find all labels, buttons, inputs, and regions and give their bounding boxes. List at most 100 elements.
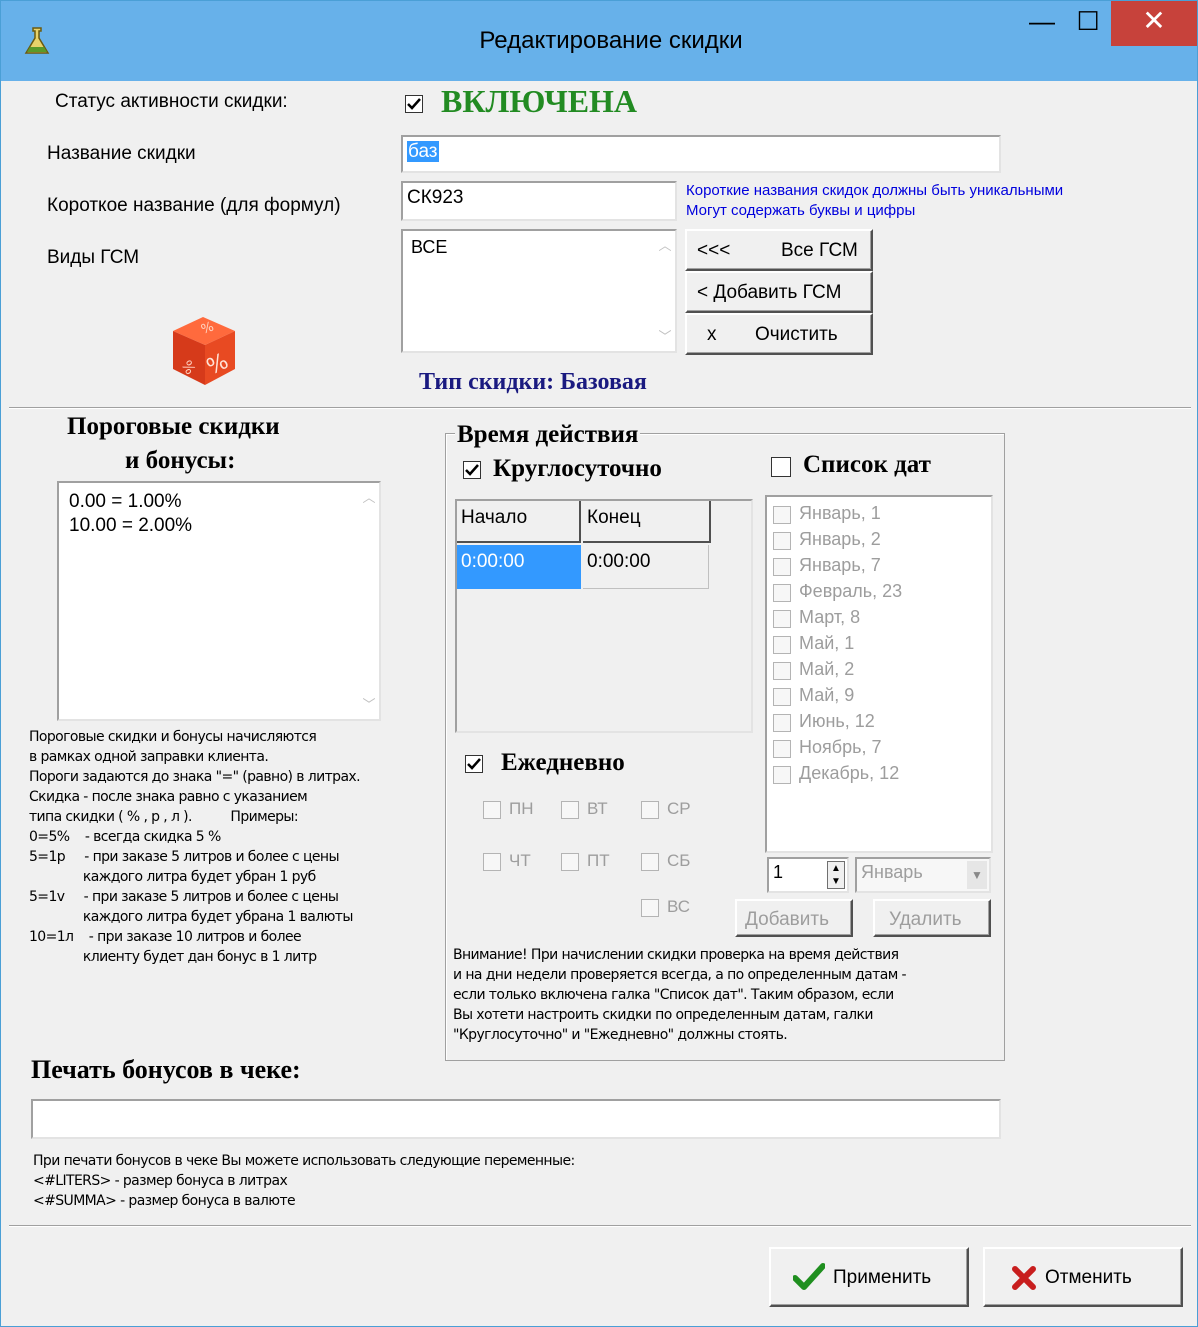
- clear-fuel-label: Очистить: [755, 324, 838, 345]
- date-item-checkbox[interactable]: [773, 636, 791, 654]
- weekday-checkbox-wed[interactable]: [641, 801, 659, 819]
- threshold-help-line: каждого литра будет убрана 1 валюты: [29, 909, 354, 925]
- all-fuel-label: Все ГСМ: [781, 240, 858, 261]
- status-checkbox[interactable]: [405, 95, 423, 113]
- date-item-checkbox[interactable]: [773, 532, 791, 550]
- month-select-value: Январь: [861, 862, 923, 882]
- print-bonus-input[interactable]: [31, 1099, 1001, 1139]
- short-name-label: Короткое название (для формул): [47, 195, 341, 216]
- fuel-label: Виды ГСМ: [47, 247, 140, 268]
- chevron-down-icon[interactable]: ▼: [967, 861, 987, 889]
- checkbox-check-icon: [463, 461, 481, 479]
- checkbox-check-icon: [465, 755, 483, 773]
- short-name-note-2: Могут содержать буквы и цифры: [686, 202, 916, 219]
- date-item-label: Май, 9: [799, 685, 855, 705]
- weekday-checkbox-thu[interactable]: [483, 853, 501, 871]
- weekday-checkbox-fri[interactable]: [561, 853, 579, 871]
- month-select[interactable]: Январь ▼: [855, 857, 991, 893]
- date-item-label: Январь, 1: [799, 503, 881, 523]
- threshold-help-line: 0=5% - всегда скидка 5 %: [29, 829, 221, 845]
- date-list-checkbox[interactable]: [771, 457, 791, 477]
- threshold-help-line: 10=1л - при заказе 10 литров и более: [29, 929, 302, 945]
- fuel-list[interactable]: ВСЕ ︿ ﹀: [401, 229, 677, 353]
- date-item-checkbox[interactable]: [773, 662, 791, 680]
- date-item-label: Ноябрь, 7: [799, 737, 882, 757]
- threshold-help-line: Пороговые скидки и бонусы начисляются: [29, 729, 317, 745]
- apply-label: Применить: [833, 1267, 932, 1288]
- cancel-label: Отменить: [1045, 1267, 1132, 1288]
- close-button[interactable]: ✕: [1111, 1, 1197, 46]
- all-fuel-arrows: <<<: [697, 240, 731, 261]
- date-item-checkbox[interactable]: [773, 688, 791, 706]
- date-list[interactable]: Январь, 1 Январь, 2 Январь, 7 Февраль, 23 Ма…: [765, 495, 993, 853]
- title-bar[interactable]: Редактирование скидки — ☐ ✕: [1, 1, 1197, 81]
- day-spinner-value: 1: [773, 862, 784, 882]
- print-bonus-help-line: <#LITERS> - размер бонуса в литрах: [33, 1173, 288, 1189]
- print-bonus-help-line: При печати бонусов в чеке Вы можете испо…: [33, 1153, 575, 1169]
- day-spinner[interactable]: 1 ▲ ▼: [767, 857, 849, 893]
- scroll-down-icon[interactable]: ﹀: [359, 694, 379, 713]
- weekday-checkbox-tue[interactable]: [561, 801, 579, 819]
- date-item-checkbox[interactable]: [773, 558, 791, 576]
- date-item-label: Март, 8: [799, 607, 861, 627]
- maximize-button[interactable]: ☐: [1065, 1, 1111, 46]
- weekday-checkbox-sun[interactable]: [641, 899, 659, 917]
- thresholds-list[interactable]: 0.00 = 1.00% 10.00 = 2.00% ︿ ﹀: [57, 481, 381, 721]
- name-value: баз: [407, 141, 439, 162]
- time-grid-header-end[interactable]: Конец: [583, 501, 711, 543]
- time-grid[interactable]: Начало Конец 0:00:00 0:00:00: [455, 499, 753, 733]
- time-grid-cell-start[interactable]: 0:00:00: [457, 545, 581, 589]
- warning-line: Внимание! При начислении скидки проверка…: [453, 947, 899, 963]
- apply-button[interactable]: Применить: [769, 1247, 969, 1307]
- date-item-checkbox[interactable]: [773, 740, 791, 758]
- section-separator: [9, 407, 1191, 409]
- thresholds-title-2: и бонусы:: [125, 447, 236, 474]
- threshold-help-line: каждого литра будет убран 1 руб: [29, 869, 316, 885]
- weekday-label-wed: СР: [667, 799, 691, 818]
- scroll-up-icon[interactable]: ︿: [655, 235, 675, 254]
- daily-checkbox[interactable]: [465, 755, 483, 778]
- red-x-icon: [1012, 1266, 1036, 1290]
- add-fuel-button[interactable]: < Добавить ГСМ: [685, 271, 873, 313]
- clear-x-icon: x: [707, 324, 717, 345]
- spinner-arrows-icon[interactable]: ▲ ▼: [827, 861, 845, 889]
- date-item-checkbox[interactable]: [773, 766, 791, 784]
- weekday-checkbox-sat[interactable]: [641, 853, 659, 871]
- thresholds-scrollbar[interactable]: ︿ ﹀: [359, 483, 379, 719]
- scroll-up-icon[interactable]: ︿: [359, 487, 379, 506]
- around-clock-checkbox[interactable]: [463, 461, 481, 484]
- warning-line: "Круглосуточно" и "Ежедневно" должны сто…: [453, 1027, 788, 1043]
- short-name-input[interactable]: СК923: [401, 181, 677, 221]
- name-input[interactable]: баз: [401, 135, 1001, 173]
- date-item-checkbox[interactable]: [773, 506, 791, 524]
- warning-line: и на дни недели проверяется всегда, а по…: [453, 967, 907, 983]
- time-grid-cell-end[interactable]: 0:00:00: [583, 545, 709, 589]
- minimize-button[interactable]: —: [1019, 1, 1065, 46]
- date-item-checkbox[interactable]: [773, 584, 791, 602]
- threshold-item[interactable]: 10.00 = 2.00%: [69, 515, 192, 537]
- date-item-label: Май, 2: [799, 659, 855, 679]
- fuel-list-scrollbar[interactable]: ︿ ﹀: [655, 231, 675, 351]
- date-item-checkbox[interactable]: [773, 610, 791, 628]
- weekday-label-mon: ПН: [509, 799, 534, 818]
- checkmark-icon: [793, 1263, 825, 1290]
- weekday-label-sat: СБ: [667, 851, 691, 870]
- fuel-list-item[interactable]: ВСЕ: [411, 237, 447, 258]
- footer-separator: [9, 1225, 1191, 1227]
- name-label: Название скидки: [47, 143, 196, 164]
- remove-date-button[interactable]: Удалить: [873, 899, 991, 937]
- weekday-label-fri: ПТ: [587, 851, 610, 870]
- threshold-help-line: Скидка - после знака равно с указанием: [29, 789, 308, 805]
- scroll-down-icon[interactable]: ﹀: [655, 326, 675, 345]
- date-item-checkbox[interactable]: [773, 714, 791, 732]
- date-item-label: Январь, 7: [799, 555, 881, 575]
- weekday-checkbox-mon[interactable]: [483, 801, 501, 819]
- clear-fuel-button[interactable]: x Очистить: [685, 313, 873, 355]
- all-fuel-button[interactable]: <<< Все ГСМ: [685, 229, 873, 271]
- threshold-item[interactable]: 0.00 = 1.00%: [69, 491, 182, 513]
- add-fuel-label: < Добавить ГСМ: [697, 282, 842, 303]
- add-date-button[interactable]: Добавить: [735, 899, 853, 937]
- short-name-note-1: Короткие названия скидок должны быть уни…: [686, 182, 1064, 199]
- time-grid-header-start[interactable]: Начало: [457, 501, 581, 543]
- cancel-button[interactable]: Отменить: [983, 1247, 1183, 1307]
